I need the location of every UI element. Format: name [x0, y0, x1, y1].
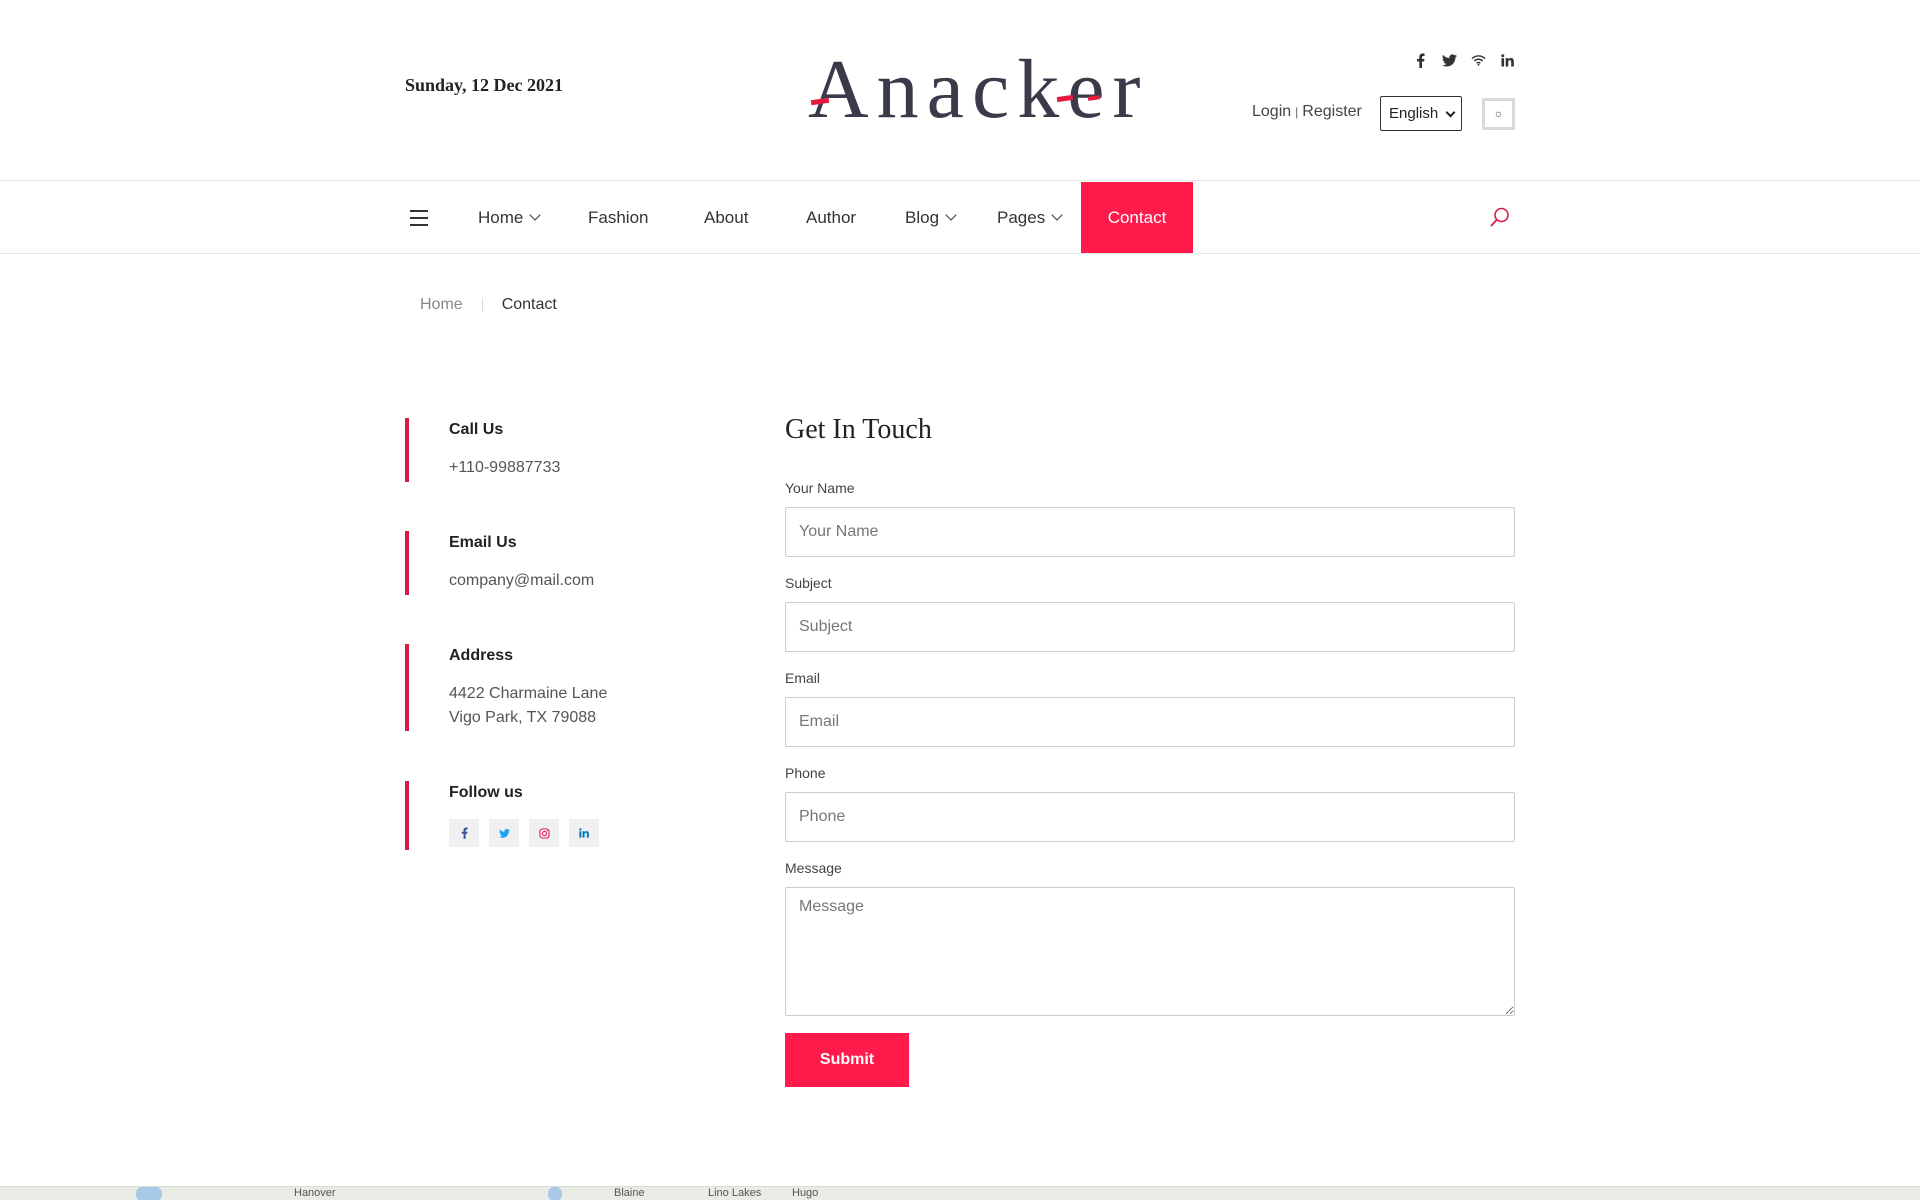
- breadcrumb-separator: [481, 298, 483, 312]
- email-label: Email: [785, 670, 821, 686]
- nav-item-contact[interactable]: Contact: [1081, 182, 1193, 253]
- email-input[interactable]: [785, 697, 1515, 747]
- form-title: Get In Touch: [785, 414, 932, 445]
- name-input[interactable]: [785, 507, 1515, 557]
- chevron-down-icon: [529, 209, 542, 221]
- header-date: Sunday, 12 Dec 2021: [405, 75, 564, 95]
- contact-follow-title: Follow us: [449, 784, 523, 801]
- breadcrumb-current: Contact: [501, 296, 557, 313]
- linkedin-icon[interactable]: [569, 819, 599, 847]
- contact-follow-block: Follow us: [405, 781, 599, 850]
- subject-input[interactable]: [785, 602, 1515, 652]
- facebook-icon[interactable]: [449, 819, 479, 847]
- chevron-down-icon: [945, 209, 957, 221]
- hamburger-menu-icon[interactable]: [410, 210, 428, 226]
- submit-button[interactable]: Submit: [785, 1033, 909, 1087]
- nav-item-about[interactable]: About: [704, 182, 748, 253]
- search-icon[interactable]: [1489, 206, 1511, 228]
- wifi-icon[interactable]: [1470, 52, 1486, 68]
- breadcrumb: Home Contact: [420, 296, 557, 314]
- contact-address-title: Address: [449, 647, 514, 664]
- nav-item-label: Pages: [997, 207, 1046, 227]
- nav-item-label: Fashion: [588, 207, 649, 227]
- auth-separator: |: [1295, 105, 1299, 119]
- nav-item-pages[interactable]: Pages: [997, 182, 1063, 253]
- phone-label: Phone: [785, 765, 826, 781]
- language-select[interactable]: English: [1380, 96, 1462, 131]
- nav-item-label: Author: [806, 207, 857, 227]
- map-water: [548, 1187, 562, 1200]
- name-label: Your Name: [785, 480, 855, 496]
- contact-email-title: Email Us: [449, 534, 517, 551]
- contact-phone-value: +110-99887733: [449, 459, 561, 476]
- map-label: Hanover: [294, 1187, 336, 1199]
- twitter-icon[interactable]: [1441, 52, 1457, 68]
- nav-item-label: Home: [478, 207, 524, 227]
- facebook-icon[interactable]: [1412, 52, 1428, 68]
- header-social-links: [1412, 52, 1515, 68]
- nav-item-author[interactable]: Author: [806, 182, 856, 253]
- nav-item-label: About: [704, 207, 749, 227]
- main-navigation: Home Fashion About Author Blog Pages Con…: [0, 182, 1920, 254]
- twitter-icon[interactable]: [489, 819, 519, 847]
- message-textarea[interactable]: [785, 887, 1515, 1016]
- nav-item-label: Contact: [1107, 207, 1167, 227]
- breadcrumb-home-link[interactable]: Home: [420, 296, 463, 314]
- map-water: [136, 1187, 162, 1200]
- nav-item-fashion[interactable]: Fashion: [588, 182, 648, 253]
- contact-address-block: Address 4422 Charmaine Lane Vigo Park, T…: [405, 644, 607, 731]
- login-link[interactable]: Login: [1252, 103, 1291, 120]
- auth-links: Login | Register: [1252, 103, 1362, 121]
- theme-toggle-button[interactable]: ☼: [1482, 98, 1515, 130]
- map-label: Lino Lakes: [708, 1187, 762, 1199]
- chevron-down-icon: [1445, 107, 1456, 118]
- chevron-down-icon: [1051, 209, 1063, 221]
- subject-label: Subject: [785, 575, 832, 591]
- contact-address-line2: Vigo Park, TX 79088: [449, 709, 597, 726]
- contact-email-block: Email Us company@mail.com: [405, 531, 594, 595]
- instagram-icon[interactable]: [529, 819, 559, 847]
- site-logo[interactable]: Anacker: [808, 43, 1149, 136]
- contact-email-value: company@mail.com: [449, 572, 595, 589]
- logo-text: Anacker: [808, 43, 1149, 136]
- contact-address-line1: 4422 Charmaine Lane: [449, 685, 608, 702]
- map-label: Blaine: [614, 1187, 645, 1199]
- nav-item-home[interactable]: Home: [478, 182, 542, 253]
- phone-input[interactable]: [785, 792, 1515, 842]
- linkedin-icon[interactable]: [1499, 52, 1515, 68]
- register-link[interactable]: Register: [1302, 103, 1362, 120]
- sun-icon: ☼: [1493, 108, 1504, 120]
- contact-call-title: Call Us: [449, 421, 504, 438]
- site-header: Sunday, 12 Dec 2021 Anacker Login | Regist…: [0, 0, 1920, 181]
- map[interactable]: Hanover Blaine Lino Lakes Hugo: [0, 1186, 1920, 1200]
- message-label: Message: [785, 860, 842, 876]
- language-select-value: English: [1389, 105, 1439, 122]
- nav-item-label: Blog: [905, 207, 940, 227]
- nav-item-blog[interactable]: Blog: [905, 182, 957, 253]
- map-label: Hugo: [792, 1187, 819, 1199]
- contact-call-block: Call Us +110-99887733: [405, 418, 560, 482]
- follow-social-links: [449, 819, 599, 847]
